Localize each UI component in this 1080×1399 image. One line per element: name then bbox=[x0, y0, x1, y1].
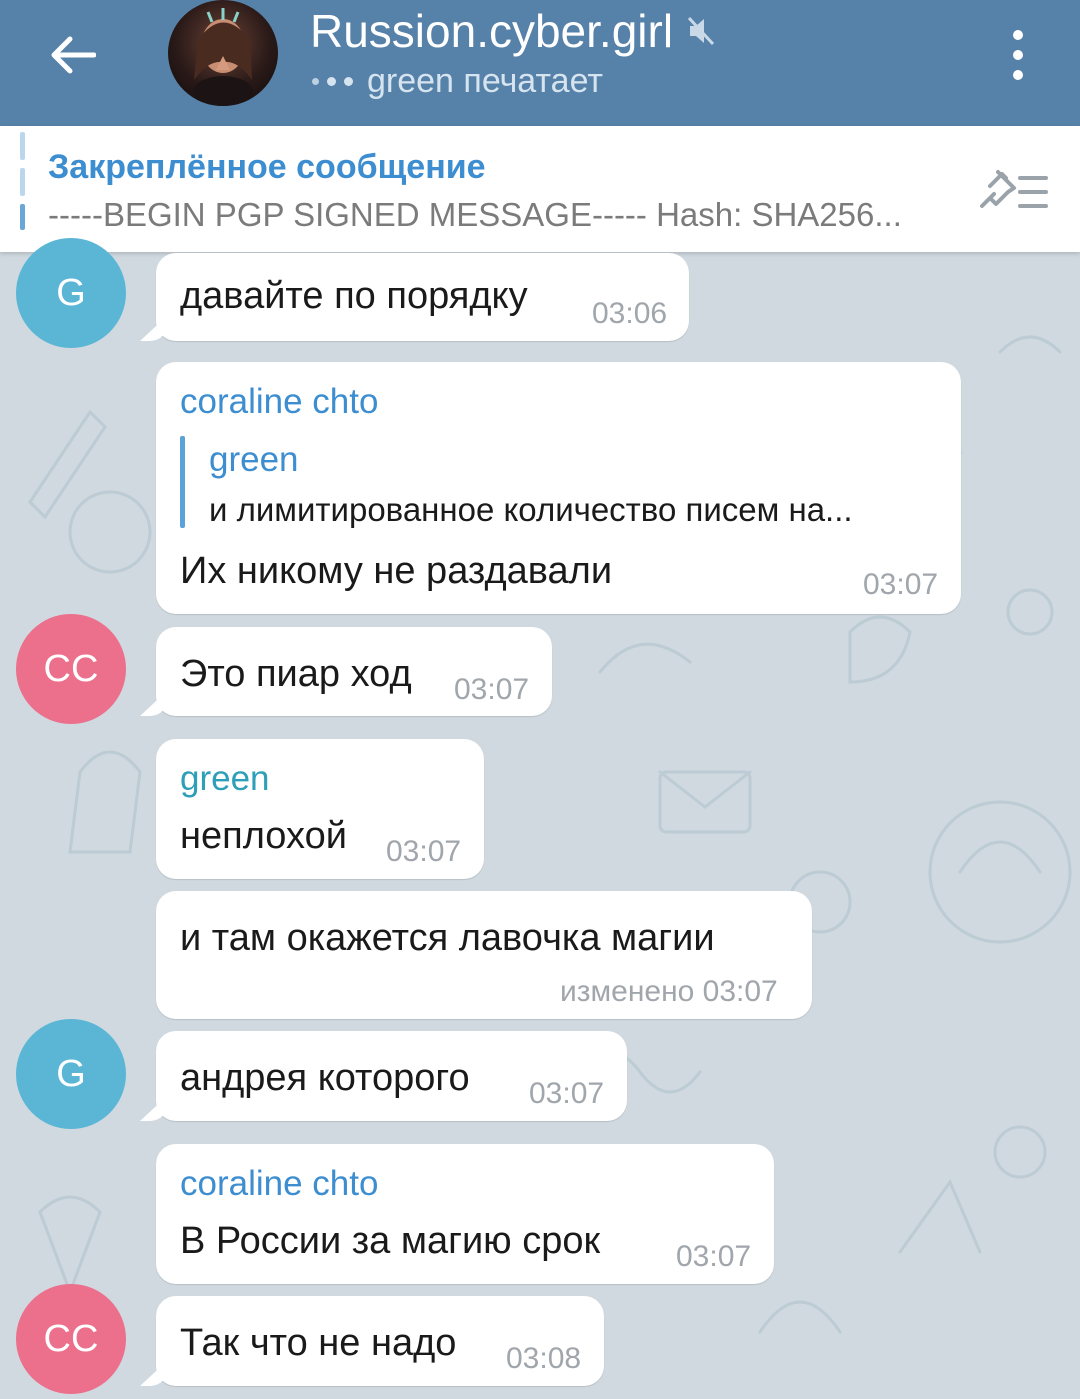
muted-icon bbox=[687, 16, 715, 46]
pinned-indicator bbox=[20, 132, 25, 230]
pinned-title: Закреплённое сообщение bbox=[48, 148, 486, 186]
avatar-initial: CC bbox=[43, 647, 99, 690]
message-text: В России за магию срок bbox=[180, 1220, 601, 1262]
message-bubble[interactable]: андрея которого 03:07 bbox=[156, 1031, 627, 1121]
message-time: 03:07 bbox=[529, 1077, 605, 1110]
typing-status-text: green печатает bbox=[367, 62, 603, 100]
more-vertical-icon bbox=[1013, 30, 1023, 40]
reply-sender[interactable]: green bbox=[209, 440, 299, 480]
message-time: 03:08 bbox=[506, 1342, 582, 1375]
message-bubble[interactable]: green неплохой 03:07 bbox=[156, 739, 484, 879]
message-text: и там окажется лавочка магии bbox=[180, 917, 715, 959]
avatar-coraline[interactable]: CC bbox=[16, 1284, 126, 1394]
typing-indicator-icon bbox=[312, 77, 353, 86]
message-bubble[interactable]: Так что не надо 03:08 bbox=[156, 1296, 604, 1386]
message-text: неплохой bbox=[180, 815, 347, 857]
message-text: андрея которого bbox=[180, 1057, 470, 1099]
chat-avatar[interactable] bbox=[168, 0, 278, 106]
message-text: давайте по порядку bbox=[180, 275, 528, 317]
message-time: 03:07 bbox=[454, 673, 530, 706]
message-bubble[interactable]: coraline chto green и лимитированное кол… bbox=[156, 362, 961, 614]
message-time: 03:07 bbox=[386, 835, 462, 868]
message-bubble[interactable]: и там окажется лавочка магии изменено 03… bbox=[156, 891, 812, 1019]
message-time-edited: изменено 03:07 bbox=[560, 975, 778, 1008]
pinned-text: -----BEGIN PGP SIGNED MESSAGE----- Hash:… bbox=[48, 196, 902, 233]
message-text: Их никому не раздавали bbox=[180, 550, 613, 592]
avatar-green[interactable]: G bbox=[16, 238, 126, 348]
avatar-coraline[interactable]: CC bbox=[16, 614, 126, 724]
message-text: Так что не надо bbox=[180, 1322, 457, 1364]
avatar-initial: G bbox=[56, 271, 86, 314]
avatar-initial: CC bbox=[43, 1317, 99, 1360]
reply-indicator bbox=[180, 436, 185, 528]
chat-title-text: Russion.cyber.girl bbox=[310, 5, 674, 57]
message-sender: coraline chto bbox=[180, 382, 379, 421]
message-text: Это пиар ход bbox=[180, 653, 412, 695]
message-sender: coraline chto bbox=[180, 1164, 379, 1203]
chat-header: Russion.cyber.girl green печатает bbox=[0, 0, 1080, 126]
more-menu-button[interactable] bbox=[996, 22, 1040, 88]
reply-text[interactable]: и лимитированное количество писем на... bbox=[209, 491, 853, 529]
arrow-left-icon bbox=[51, 36, 96, 74]
avatar-initial: G bbox=[56, 1052, 86, 1095]
chat-title[interactable]: Russion.cyber.girl bbox=[310, 4, 715, 58]
message-bubble[interactable]: coraline chto В России за магию срок 03:… bbox=[156, 1144, 774, 1284]
pin-list-icon bbox=[980, 170, 1048, 208]
message-bubble[interactable]: Это пиар ход 03:07 bbox=[156, 627, 552, 716]
pinned-list-button[interactable] bbox=[976, 166, 1052, 218]
avatar-green[interactable]: G bbox=[16, 1019, 126, 1129]
chat-status: green печатает bbox=[312, 62, 603, 101]
back-button[interactable] bbox=[38, 20, 108, 90]
pinned-message-bar[interactable]: Закреплённое сообщение -----BEGIN PGP SI… bbox=[0, 126, 1080, 252]
message-bubble[interactable]: давайте по порядку 03:06 bbox=[156, 253, 689, 341]
profile-photo bbox=[193, 8, 253, 106]
message-time: 03:07 bbox=[676, 1240, 752, 1273]
message-time: 03:07 bbox=[863, 568, 939, 601]
message-time: 03:06 bbox=[592, 297, 668, 330]
message-sender: green bbox=[180, 759, 270, 798]
